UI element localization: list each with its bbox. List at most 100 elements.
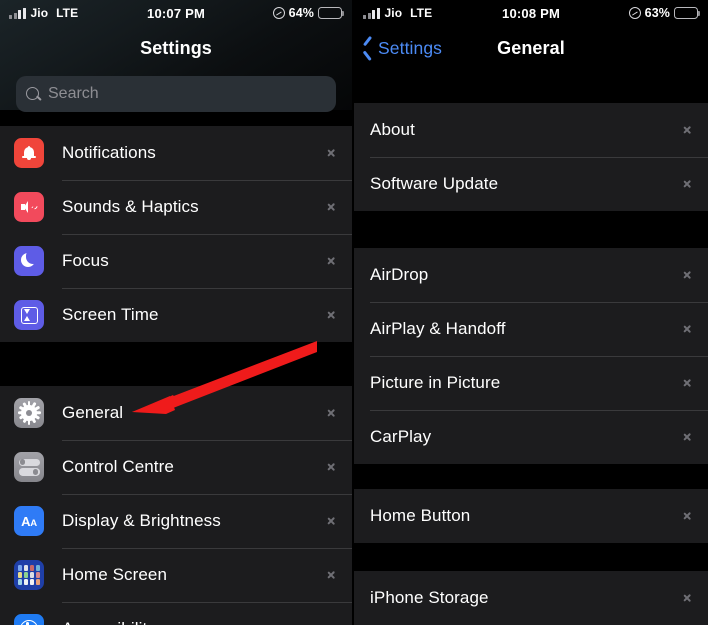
sidebar-item-display-brightness[interactable]: AA Display & Brightness: [0, 494, 352, 548]
status-left-group: Jio LTE: [363, 6, 432, 20]
back-button[interactable]: Settings: [363, 26, 442, 70]
row-label: Focus: [62, 251, 109, 270]
chevron-right-icon: [683, 322, 692, 337]
list-item-about[interactable]: About: [354, 103, 708, 157]
battery-percent: 63%: [644, 6, 670, 20]
status-bar-right: Jio LTE 10:08 PM 63%: [354, 0, 708, 26]
sidebar-item-notifications[interactable]: Notifications: [0, 126, 352, 180]
search-placeholder: Search: [48, 85, 99, 102]
settings-group-2: General Control Centre AA Display & Brig…: [0, 386, 352, 625]
network-type: LTE: [410, 6, 433, 20]
row-label: Control Centre: [62, 457, 174, 476]
app-grid-icon: [14, 560, 44, 590]
back-button-label: Settings: [378, 37, 443, 58]
chevron-left-icon: [363, 39, 374, 58]
location-arrow-icon: [628, 7, 641, 19]
top-gap: [354, 70, 708, 103]
carrier-name: Jio: [30, 6, 49, 20]
list-item-airplay-handoff[interactable]: AirPlay & Handoff: [354, 302, 708, 356]
accessibility-icon: [14, 614, 44, 625]
network-type: LTE: [56, 6, 79, 20]
status-left-group: Jio LTE: [9, 6, 78, 20]
hourglass-icon: [14, 300, 44, 330]
list-item-iphone-storage[interactable]: iPhone Storage: [354, 571, 708, 625]
group-gap: [354, 543, 708, 571]
row-label: Home Button: [370, 506, 471, 525]
chevron-right-icon: [683, 591, 692, 606]
row-label: AirDrop: [370, 265, 429, 284]
general-group-4: iPhone Storage: [354, 571, 708, 625]
chevron-right-icon: [327, 308, 336, 323]
search-input[interactable]: Search: [16, 76, 336, 112]
nav-bar-left: Settings: [0, 26, 352, 70]
panel-divider: [352, 0, 354, 625]
settings-list-right: About Software Update AirDrop AirPlay & …: [354, 103, 708, 625]
cellular-bars-icon: [363, 7, 380, 19]
row-label: Notifications: [62, 143, 156, 162]
list-item-carplay[interactable]: CarPlay: [354, 410, 708, 464]
left-screen-settings: Jio LTE 10:07 PM 64% Settings Search Not…: [0, 0, 354, 625]
sidebar-item-accessibility[interactable]: Accessibility: [0, 602, 352, 625]
list-item-home-button[interactable]: Home Button: [354, 489, 708, 543]
row-label: General: [62, 403, 124, 422]
cellular-bars-icon: [9, 7, 26, 19]
page-title: Settings: [140, 37, 212, 58]
text-size-aa-icon: AA: [14, 506, 44, 536]
chevron-right-icon: [683, 177, 692, 192]
chevron-right-icon: [683, 376, 692, 391]
chevron-right-icon: [327, 146, 336, 161]
settings-list-left: Notifications Sounds & Haptics Focus Scr…: [0, 126, 352, 625]
dual-screenshot-container: Jio LTE 10:07 PM 64% Settings Search Not…: [0, 0, 708, 625]
sidebar-item-home-screen[interactable]: Home Screen: [0, 548, 352, 602]
group-gap: [0, 342, 352, 386]
list-item-software-update[interactable]: Software Update: [354, 157, 708, 211]
chevron-right-icon: [683, 430, 692, 445]
row-label: Sounds & Haptics: [62, 197, 199, 216]
row-label: Screen Time: [62, 305, 159, 324]
status-bar-left: Jio LTE 10:07 PM 64%: [0, 0, 352, 26]
row-label: iPhone Storage: [370, 588, 489, 607]
sidebar-item-focus[interactable]: Focus: [0, 234, 352, 288]
sidebar-item-control-centre[interactable]: Control Centre: [0, 440, 352, 494]
location-arrow-icon: [272, 7, 285, 19]
row-label: AirPlay & Handoff: [370, 319, 506, 338]
row-label: Software Update: [370, 174, 499, 193]
battery-percent: 64%: [288, 6, 314, 20]
row-label: CarPlay: [370, 427, 432, 446]
settings-group-1: Notifications Sounds & Haptics Focus Scr…: [0, 126, 352, 342]
row-label: Display & Brightness: [62, 511, 221, 530]
row-label: About: [370, 120, 415, 139]
status-right-group: 64%: [272, 6, 345, 20]
chevron-right-icon: [327, 568, 336, 583]
general-group-1: About Software Update: [354, 103, 708, 211]
battery-icon: [674, 7, 701, 19]
group-gap: [354, 211, 708, 248]
list-item-picture-in-picture[interactable]: Picture in Picture: [354, 356, 708, 410]
general-group-3: Home Button: [354, 489, 708, 543]
chevron-right-icon: [683, 509, 692, 524]
nav-bar-right: Settings General: [354, 26, 708, 70]
chevron-right-icon: [327, 514, 336, 529]
chevron-right-icon: [327, 200, 336, 215]
chevron-right-icon: [327, 460, 336, 475]
chevron-right-icon: [327, 622, 336, 625]
gear-icon: [14, 398, 44, 428]
sidebar-item-sounds-haptics[interactable]: Sounds & Haptics: [0, 180, 352, 234]
moon-icon: [14, 246, 44, 276]
row-label: Picture in Picture: [370, 373, 501, 392]
row-label: Accessibility: [62, 619, 327, 625]
battery-icon: [318, 7, 345, 19]
sidebar-item-screen-time[interactable]: Screen Time: [0, 288, 352, 342]
sidebar-item-general[interactable]: General: [0, 386, 352, 440]
row-label: Home Screen: [62, 565, 168, 584]
bell-icon: [14, 138, 44, 168]
status-right-group: 63%: [628, 6, 701, 20]
chevron-right-icon: [683, 123, 692, 138]
speaker-wave-icon: [14, 192, 44, 222]
group-gap: [354, 464, 708, 489]
carrier-name: Jio: [384, 6, 403, 20]
general-group-2: AirDrop AirPlay & Handoff Picture in Pic…: [354, 248, 708, 464]
search-icon: [26, 86, 41, 102]
toggles-icon: [14, 452, 44, 482]
list-item-airdrop[interactable]: AirDrop: [354, 248, 708, 302]
